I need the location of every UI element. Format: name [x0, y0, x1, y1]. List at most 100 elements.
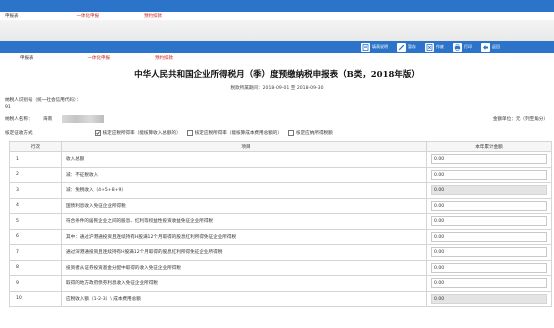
tab-scheduled-deduction[interactable]: 预约扣款 — [155, 55, 173, 61]
top-toolbar — [0, 0, 554, 12]
checkbox-icon[interactable] — [287, 129, 294, 136]
header-item: 项目 — [61, 141, 427, 152]
row-line-number: 7 — [9, 244, 62, 261]
void-button[interactable]: 作废 — [425, 42, 444, 52]
back-arrow-icon — [481, 42, 490, 52]
table-row: 9 取得的地方政府债券利息收入免征企业所得税 0.00 — [9, 275, 552, 292]
row-item-label: 通过深港通投资且连续持有H股满12个月取得的股息红利所得免征企业所得税 — [61, 244, 427, 261]
method-option-tax-amount-label: 核定应纳所得税额 — [295, 131, 333, 136]
method-option-cost-label: 核定应税所得率（能核算成本费用总额的） — [194, 131, 282, 136]
amount-unit: 金额单位：元（列至角分） — [492, 117, 548, 122]
row-item-label: 应税收入额（1-2-3）\ 成本费用总额 — [61, 290, 427, 307]
header-amount: 本年累计金额 — [426, 141, 552, 152]
checkbox-icon[interactable] — [186, 129, 193, 136]
method-option-cost[interactable]: 核定应税所得率（能核算成本费用总额的） — [186, 129, 282, 136]
tab-integrated-declaration[interactable]: 一体化申报 — [88, 55, 111, 61]
document-icon — [361, 42, 370, 52]
method-option-tax-amount[interactable]: 核定应纳所得税额 — [287, 129, 333, 136]
row-line-number: 4 — [9, 197, 62, 214]
pencil-icon — [397, 42, 406, 52]
table-header-row: 行次 项目 本年累计金额 — [9, 141, 552, 152]
checkbox-checked-icon[interactable] — [94, 129, 101, 136]
tab-declaration-form[interactable]: 申报表 — [20, 55, 34, 61]
row-item-label: 其中：通过沪港通投资且连续持有H股满12个月取得的股息红利所得免征企业所得税 — [61, 228, 427, 245]
header-shadow — [0, 20, 554, 41]
method-option-income[interactable]: 核定应税所得率（能核算收入总额的） — [94, 129, 181, 136]
method-option-income-label: 核定应税所得率（能核算收入总额的） — [102, 131, 181, 136]
amount-input[interactable]: 0.00 — [431, 216, 547, 227]
row-item-label: 减：免税收入（4+5+8+9） — [61, 182, 427, 199]
save-draft-label: 暂存 — [408, 44, 416, 49]
amount-input[interactable]: 0.00 — [431, 278, 547, 289]
table-row: 2 减：不征税收入 0.00 — [9, 166, 552, 183]
print-button[interactable]: 打印 — [453, 42, 472, 52]
collection-method-label: 核定征收方式 — [5, 131, 33, 136]
row-amount-cell: 0.00 — [426, 275, 552, 292]
row-line-number: 10 — [9, 290, 62, 307]
taxpayer-id-label: 纳税人识别号（统一社会信用代码）： — [5, 98, 81, 103]
collection-method-row: 核定征收方式 核定应税所得率（能核算收入总额的） 核定应税所得率（能核算成本费用… — [0, 128, 554, 138]
row-item-label: 收入总额 — [61, 151, 427, 168]
fill-instructions-button[interactable]: 填表说明 — [361, 42, 388, 52]
row-line-number: 3 — [9, 182, 62, 199]
table-row: 8 投资者从证券投资基金分配中取得的收入免征企业所得税 0.00 — [9, 259, 552, 276]
amount-input: 0.00 — [431, 185, 547, 196]
amount-input[interactable]: 0.00 — [431, 154, 547, 165]
row-line-number: 1 — [9, 151, 62, 168]
declaration-table: 行次 项目 本年累计金额 1 收入总额 0.00 2 减：不征税收入 0.00 3 减：免税收… — [9, 141, 552, 307]
tab-integrated-declaration-top[interactable]: 一体化申报 — [77, 13, 100, 19]
row-line-number: 8 — [9, 259, 62, 276]
amount-input[interactable]: 0.00 — [431, 247, 547, 258]
back-button[interactable]: 返回 — [481, 42, 500, 52]
taxpayer-name-label: 纳税人名称： — [5, 117, 33, 122]
row-item-label: 投资者从证券投资基金分配中取得的收入免征企业所得税 — [61, 259, 427, 276]
main-toolbar: 填表说明 暂存 作废 打印 返回 — [0, 41, 554, 53]
row-amount-cell: 0.00 — [426, 213, 552, 230]
table-row: 1 收入总额 0.00 — [9, 151, 552, 168]
row-line-number: 9 — [9, 275, 62, 292]
amount-input[interactable]: 0.00 — [431, 200, 547, 211]
table-row: 7 通过深港通投资且连续持有H股满12个月取得的股息红利所得免征企业所得税 0.00 — [9, 244, 552, 261]
row-amount-cell: 0.00 — [426, 182, 552, 199]
redacted-name-block — [62, 115, 104, 123]
amount-input[interactable]: 0.00 — [431, 169, 547, 180]
row-amount-cell: 0.00 — [426, 228, 552, 245]
void-label: 作废 — [436, 44, 444, 49]
table-row: 6 其中：通过沪港通投资且连续持有H股满12个月取得的股息红利所得免征企业所得税 0… — [9, 228, 552, 245]
amount-input: 0.00 — [431, 293, 547, 304]
row-item-label: 国债利息收入免征企业所得税 — [61, 197, 427, 214]
row-amount-cell: 0.00 — [426, 244, 552, 261]
amount-input[interactable]: 0.00 — [431, 262, 547, 273]
table-row: 10 应税收入额（1-2-3）\ 成本费用总额 0.00 — [9, 290, 552, 307]
table-row: 5 符合条件的居民企业之间的股息、红利等权益性投资收益免征企业所得税 0.00 — [9, 213, 552, 230]
top-tab-bar: 申报表 一体化申报 预约扣款 — [0, 12, 554, 20]
row-amount-cell: 0.00 — [426, 259, 552, 276]
header-line-no: 行次 — [9, 141, 62, 152]
print-label: 打印 — [464, 44, 472, 49]
row-amount-cell: 0.00 — [426, 290, 552, 307]
taxpayer-name-value: 海南 — [43, 117, 53, 122]
row-item-label: 符合条件的居民企业之间的股息、红利等权益性投资收益免征企业所得税 — [61, 213, 427, 230]
save-draft-button[interactable]: 暂存 — [397, 42, 416, 52]
tax-period: 税款所属期间：2018-09-01 至 2018-09-30 — [230, 86, 324, 91]
row-amount-cell: 0.00 — [426, 166, 552, 183]
tab-scheduled-deduction-top[interactable]: 预约扣款 — [144, 13, 162, 19]
form-tab-bar: 申报表 一体化申报 预约扣款 — [0, 54, 554, 62]
table-row: 3 减：免税收入（4+5+8+9） 0.00 — [9, 182, 552, 199]
table-row: 4 国债利息收入免征企业所得税 0.00 — [9, 197, 552, 214]
row-amount-cell: 0.00 — [426, 151, 552, 168]
page-title: 中华人民共和国企业所得税月（季）度预缴纳税申报表（B类，2018年版） — [134, 70, 420, 80]
printer-icon — [453, 42, 462, 52]
row-line-number: 2 — [9, 166, 62, 183]
row-item-label: 减：不征税收入 — [61, 166, 427, 183]
row-line-number: 5 — [9, 213, 62, 230]
amount-input[interactable]: 0.00 — [431, 231, 547, 242]
row-line-number: 6 — [9, 228, 62, 245]
row-amount-cell: 0.00 — [426, 197, 552, 214]
back-label: 返回 — [492, 44, 500, 49]
tab-declaration-form-top[interactable]: 申报表 — [5, 13, 19, 19]
cancel-doc-icon — [425, 42, 434, 52]
fill-instructions-label: 填表说明 — [372, 44, 388, 49]
taxpayer-id-value: 91 — [5, 105, 11, 110]
row-item-label: 取得的地方政府债券利息收入免征企业所得税 — [61, 275, 427, 292]
